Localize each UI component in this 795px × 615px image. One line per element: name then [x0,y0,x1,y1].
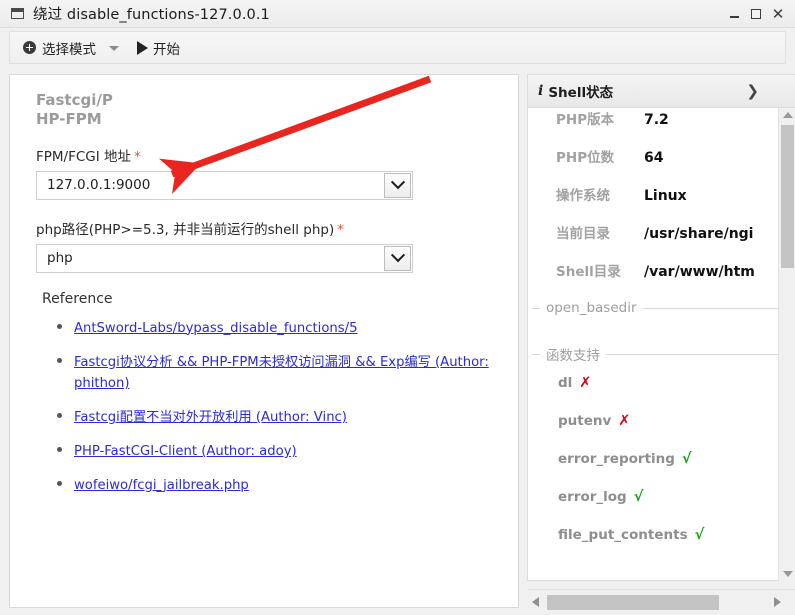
php-path-input[interactable]: php [37,250,384,266]
function-name: putenv [558,413,612,429]
php-path-dropdown-button[interactable] [384,245,411,271]
fpm-address-label: FPM/FCGI 地址 * [36,148,141,165]
start-button[interactable]: 开始 [119,32,184,63]
list-item: wofeiwo/fcgi_jailbreak.php [74,474,496,495]
open-basedir-items [532,316,785,342]
shell-status-header[interactable]: i Shell状态 ❯ [527,74,795,108]
function-row-error-reporting: error_reporting √ [532,440,785,478]
title-bar: 绕过 disable_functions-127.0.0.1 ✕ [0,0,795,28]
scroll-left-arrow-icon[interactable] [532,597,539,607]
status-row-current-dir: 当前目录 /usr/share/ngi [528,222,795,260]
reference-heading: Reference [42,290,113,307]
reference-link[interactable]: wofeiwo/fcgi_jailbreak.php [74,478,249,493]
cross-icon: ✗ [618,413,631,429]
status-value: 64 [644,150,664,166]
reference-link[interactable]: PHP-FastCGI-Client (Author: adoy) [74,444,297,459]
chevron-right-icon[interactable]: ❯ [746,82,759,100]
window-controls: ✕ [723,0,789,28]
config-panel: Fastcgi/PHP-FPM FPM/FCGI 地址 * 127.0.0.1:9… [9,74,519,608]
check-icon: √ [694,527,705,543]
horizontal-scrollbar[interactable] [527,589,795,615]
minimize-button[interactable] [723,3,745,25]
reference-link[interactable]: AntSword-Labs/bypass_disable_functions/5 [74,321,357,336]
section-title: Fastcgi/PHP-FPM [36,91,113,128]
horizontal-scrollbar-thumb[interactable] [547,595,719,610]
status-key: Shell目录 [556,264,621,280]
check-icon: √ [633,489,644,505]
required-asterisk: * [134,148,141,165]
maximize-button[interactable] [745,3,767,25]
select-mode-button[interactable]: 选择模式 [19,32,100,63]
cross-icon: ✗ [579,375,592,391]
chevron-down-icon[interactable] [109,46,119,51]
reference-list: AntSword-Labs/bypass_disable_functions/5… [36,317,496,496]
application-window: 绕过 disable_functions-127.0.0.1 ✕ 选择模式 开始… [0,0,795,615]
status-value: Linux [644,188,687,204]
status-key: PHP版本 [556,112,615,128]
function-name: dl [558,375,573,391]
fpm-address-input[interactable]: 127.0.0.1:9000 [37,177,384,193]
status-key: 操作系统 [556,188,610,204]
reference-link[interactable]: Fastcgi协议分析 && PHP-FPM未授权访问漏洞 && Exp编写 (… [74,355,489,391]
php-path-label: php路径(PHP>=5.3, 并非当前运行的shell php) * [36,221,344,238]
list-item: PHP-FastCGI-Client (Author: adoy) [74,440,496,461]
function-row-file-put-contents: file_put_contents √ [532,516,785,554]
vertical-scrollbar-thumb[interactable] [781,125,794,268]
list-item: AntSword-Labs/bypass_disable_functions/5 [74,317,496,338]
scroll-up-arrow-icon[interactable] [783,112,793,118]
function-support-legend: 函数支持 [546,348,600,364]
status-value: /var/www/htm [644,264,755,280]
function-name: file_put_contents [558,527,688,543]
toolbar: 选择模式 开始 [9,31,786,64]
chevron-down-icon [390,175,405,190]
status-value: /usr/share/ngi [644,226,754,242]
function-support-items: dl ✗ putenv ✗ error_reporting √ error_lo… [532,364,785,554]
status-key: PHP位数 [556,150,615,166]
vertical-scrollbar[interactable] [778,108,795,581]
status-value: 7.2 [644,112,669,128]
check-icon: √ [681,451,692,467]
status-row-php-version: PHP版本 7.2 [528,108,795,146]
function-support-group: 函数支持 dl ✗ putenv ✗ error_reporting √ err… [532,344,785,554]
chevron-down-icon [390,248,405,263]
status-row-php-bits: PHP位数 64 [528,146,795,184]
function-row-putenv: putenv ✗ [532,402,785,440]
scroll-down-arrow-icon[interactable] [783,571,793,577]
shell-status-title: Shell状态 [548,85,614,101]
close-button[interactable]: ✕ [767,3,789,25]
window-title: 绕过 disable_functions-127.0.0.1 [33,7,270,23]
scroll-right-arrow-icon[interactable] [774,597,781,607]
start-label: 开始 [153,41,180,58]
open-basedir-legend: open_basedir [546,300,637,316]
list-item: Fastcgi配置不当对外开放利用 (Author: Vinc) [74,406,496,427]
window-icon [11,8,24,19]
function-name: error_reporting [558,451,675,467]
play-icon [137,40,148,55]
open-basedir-group: open_basedir [532,300,785,342]
php-path-combobox[interactable]: php [36,243,413,273]
function-row-dl: dl ✗ [532,364,785,402]
reference-link[interactable]: Fastcgi配置不当对外开放利用 (Author: Vinc) [74,410,347,425]
shell-status-body: PHP版本 7.2 PHP位数 64 操作系统 Linux 当前目录 /usr/… [527,108,795,581]
shell-status-panel: i Shell状态 ❯ PHP版本 7.2 PHP位数 64 操作系统 Linu… [527,74,795,615]
status-row-os: 操作系统 Linux [528,184,795,222]
fpm-address-dropdown-button[interactable] [384,172,411,198]
required-asterisk: * [337,221,344,238]
function-row-error-log: error_log √ [532,478,785,516]
status-key: 当前目录 [556,226,610,242]
fpm-address-combobox[interactable]: 127.0.0.1:9000 [36,170,413,200]
function-name: error_log [558,489,627,505]
list-item: Fastcgi协议分析 && PHP-FPM未授权访问漏洞 && Exp编写 (… [74,351,496,393]
plus-circle-icon [23,41,36,54]
info-icon: i [538,83,544,99]
status-row-shell-dir: Shell目录 /var/www/htm [528,260,795,298]
select-mode-label: 选择模式 [42,41,96,58]
